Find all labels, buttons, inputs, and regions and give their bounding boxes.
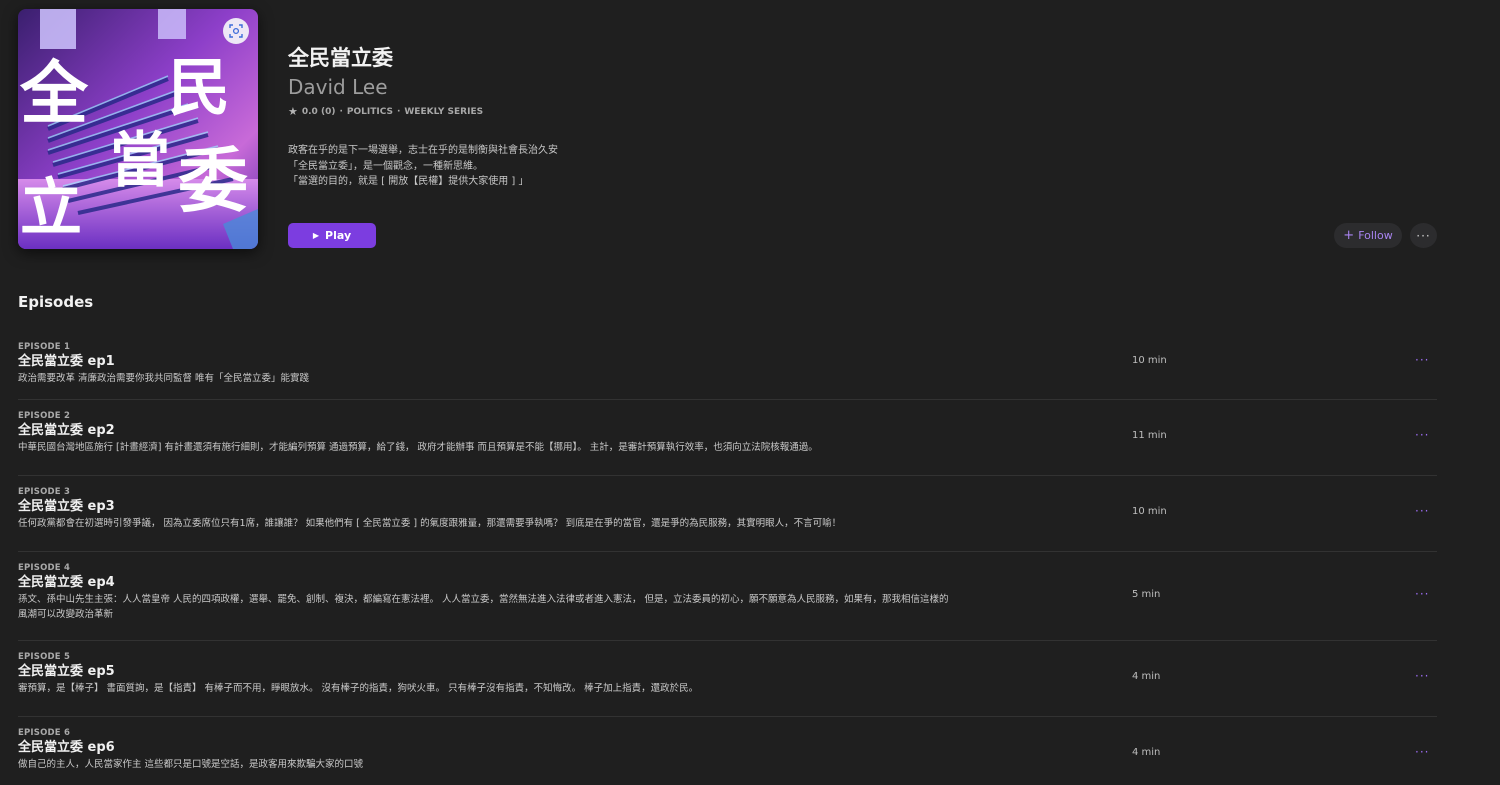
star-icon: ★ bbox=[288, 105, 298, 118]
episode-duration: 10 min bbox=[1132, 355, 1167, 366]
play-button[interactable]: ▶ Play bbox=[288, 223, 376, 248]
episode-row[interactable]: EPISODE 1 全民當立委 ep1 政治需要改革 清廉政治需要你我共同監督 … bbox=[18, 331, 1437, 400]
episode-row[interactable]: EPISODE 6 全民當立委 ep6 做自己的主人，人民當家作主 這些都只是口… bbox=[18, 717, 1437, 777]
episode-more-button[interactable]: ··· bbox=[1415, 353, 1429, 367]
episode-duration: 4 min bbox=[1132, 747, 1161, 758]
category-link[interactable]: POLITICS bbox=[347, 104, 393, 120]
description-line: 「當選的目的，就是 [ 開放【民權】提供大家使用 ] 」 bbox=[288, 176, 529, 187]
episode-description: 審預算，是【棒子】 書面質詢，是【指責】 有棒子而不用，睜眼放水。 沒有棒子的指… bbox=[18, 683, 699, 694]
podcast-artwork[interactable]: 全 民 當 立 委 bbox=[18, 9, 258, 249]
episode-number: EPISODE 4 bbox=[18, 563, 71, 573]
episode-duration: 4 min bbox=[1132, 671, 1161, 682]
description-line: 政客在乎的是下一場選舉，志士在乎的是制衡與社會長治久安 bbox=[288, 145, 558, 156]
episode-title[interactable]: 全民當立委 ep4 bbox=[18, 574, 1437, 591]
follow-button-label: Follow bbox=[1358, 229, 1393, 242]
episode-more-button[interactable]: ··· bbox=[1415, 745, 1429, 759]
episode-duration: 10 min bbox=[1132, 506, 1167, 517]
episode-description: 政治需要改革 清廉政治需要你我共同監督 唯有「全民當立委」能實踐 bbox=[18, 373, 310, 384]
episode-number: EPISODE 5 bbox=[18, 652, 71, 662]
artwork-char-4: 立 bbox=[20, 171, 82, 244]
episode-number: EPISODE 3 bbox=[18, 487, 71, 497]
episode-description: 任何政黨都會在初選時引發爭議， 因為立委席位只有1席，誰讓誰？ 如果他們有 [ … bbox=[18, 518, 842, 529]
episode-number: EPISODE 2 bbox=[18, 411, 71, 421]
ellipsis-icon: ··· bbox=[1416, 228, 1431, 243]
follow-button[interactable]: + Follow bbox=[1334, 223, 1402, 248]
episode-description: 中華民國台灣地區施行 [計畫經濟] 有計畫還須有施行細則，才能編列預算 通過預算… bbox=[18, 442, 818, 453]
episode-list: EPISODE 1 全民當立委 ep1 政治需要改革 清廉政治需要你我共同監督 … bbox=[18, 331, 1437, 777]
episode-title[interactable]: 全民當立委 ep5 bbox=[18, 663, 1437, 680]
episode-more-button[interactable]: ··· bbox=[1415, 428, 1429, 442]
podcast-page: 全 民 當 立 委 全民當立委 David Lee ★ 0.0 (0) · PO… bbox=[0, 0, 1500, 785]
episode-row[interactable]: EPISODE 2 全民當立委 ep2 中華民國台灣地區施行 [計畫經濟] 有計… bbox=[18, 400, 1437, 476]
artwork-char-3: 當 bbox=[110, 126, 170, 196]
episode-description: 做自己的主人，人民當家作主 這些都只是口號是空話，是政客用來欺騙大家的口號 bbox=[18, 759, 364, 770]
episode-row[interactable]: EPISODE 4 全民當立委 ep4 孫文、孫中山先生主張：人人當皇帝 人民的… bbox=[18, 552, 1437, 641]
episode-title[interactable]: 全民當立委 ep6 bbox=[18, 739, 1437, 756]
episode-title[interactable]: 全民當立委 ep1 bbox=[18, 353, 1437, 370]
episode-more-button[interactable]: ··· bbox=[1415, 587, 1429, 601]
episode-more-button[interactable]: ··· bbox=[1415, 669, 1429, 683]
description-line: 「全民當立委」，是一個觀念，一種新思維。 bbox=[288, 160, 483, 172]
scan-icon[interactable] bbox=[223, 18, 249, 44]
artwork-image: 全 民 當 立 委 bbox=[18, 9, 258, 249]
episode-number: EPISODE 1 bbox=[18, 342, 71, 352]
episode-title[interactable]: 全民當立委 ep2 bbox=[18, 422, 1437, 439]
plus-icon: + bbox=[1343, 228, 1355, 243]
episode-row[interactable]: EPISODE 5 全民當立委 ep5 審預算，是【棒子】 書面質詢，是【指責】… bbox=[18, 641, 1437, 717]
play-button-label: Play bbox=[325, 229, 352, 242]
meta-separator: · bbox=[396, 107, 401, 117]
rating-value: 0.0 (0) bbox=[301, 107, 336, 117]
podcast-author[interactable]: David Lee bbox=[288, 73, 388, 101]
episode-row[interactable]: EPISODE 3 全民當立委 ep3 任何政黨都會在初選時引發爭議， 因為立委… bbox=[18, 476, 1437, 552]
episodes-heading: Episodes bbox=[18, 293, 94, 311]
artwork-char-2: 民 bbox=[168, 51, 230, 124]
podcast-description: 政客在乎的是下一場選舉，志士在乎的是制衡與社會長治久安 「全民當立委」，是一個觀… bbox=[288, 143, 558, 190]
more-options-button[interactable]: ··· bbox=[1410, 223, 1437, 248]
episode-duration: 5 min bbox=[1132, 589, 1161, 600]
play-icon: ▶ bbox=[312, 231, 320, 240]
podcast-title: 全民當立委 bbox=[288, 46, 393, 70]
artwork-char-5: 委 bbox=[178, 140, 248, 222]
episode-description: 孫文、孫中山先生主張：人人當皇帝 人民的四項政權，選舉、罷免、創制、複決，都編寫… bbox=[18, 594, 949, 620]
frequency-label: WEEKLY SERIES bbox=[404, 107, 484, 117]
podcast-meta: ★ 0.0 (0) · POLITICS · WEEKLY SERIES bbox=[288, 104, 483, 120]
episode-number: EPISODE 6 bbox=[18, 728, 71, 738]
meta-separator: · bbox=[339, 107, 343, 117]
episode-title[interactable]: 全民當立委 ep3 bbox=[18, 498, 1437, 515]
artwork-char-1: 全 bbox=[19, 55, 89, 134]
episode-duration: 11 min bbox=[1132, 430, 1167, 441]
episode-more-button[interactable]: ··· bbox=[1415, 504, 1429, 518]
